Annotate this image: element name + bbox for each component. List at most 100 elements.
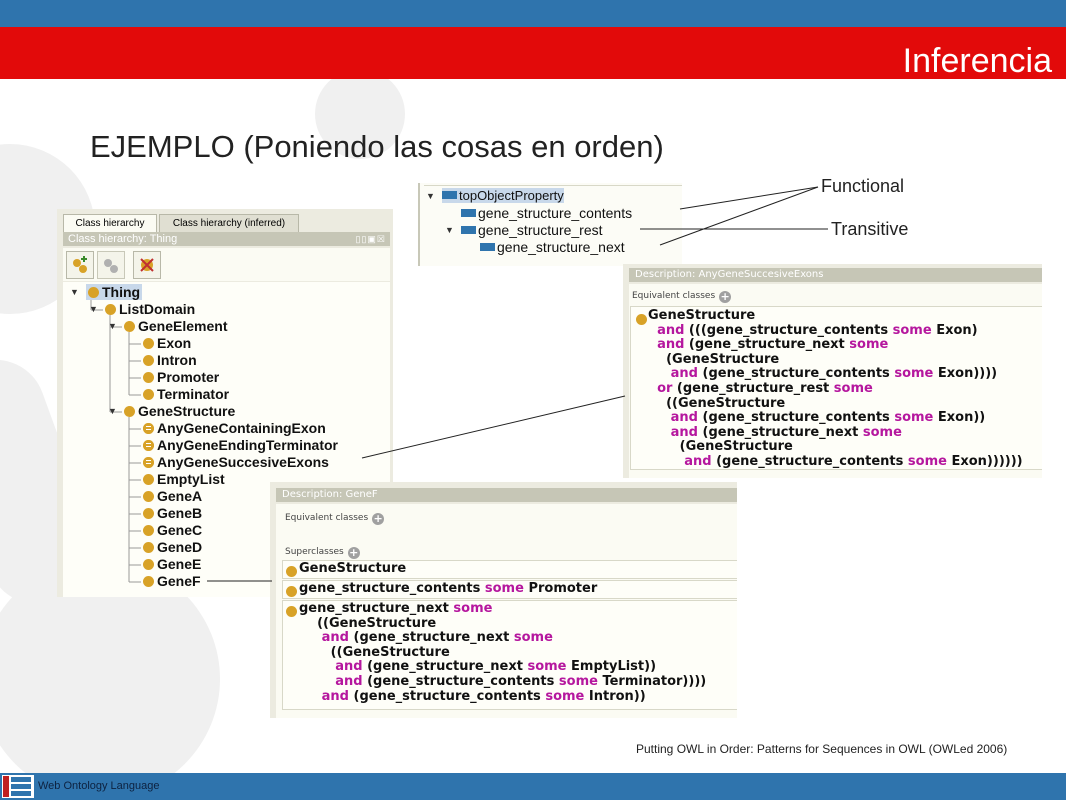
property-tree-item[interactable]: topObjectProperty	[442, 188, 564, 203]
class-label: GeneB	[157, 505, 203, 521]
class-dot-icon	[286, 563, 300, 581]
class-icon	[143, 576, 154, 587]
keyword-token: and	[670, 424, 698, 440]
footer-logo	[2, 775, 34, 798]
class-tree-item[interactable]: GeneElement	[124, 318, 227, 334]
expression-token: (GeneStructure	[648, 439, 793, 455]
expand-toggle-icon[interactable]: ▼	[426, 191, 435, 201]
expression-token: (gene_structure_contents	[362, 673, 559, 689]
add-equivalent-icon[interactable]: +	[719, 291, 732, 303]
functional-line-2	[659, 186, 819, 246]
superclass-next-expression[interactable]: gene_structure_next some ((GeneStructure…	[282, 600, 737, 710]
expand-toggle-icon[interactable]: ▼	[89, 304, 98, 314]
property-label: gene_structure_next	[497, 239, 625, 255]
class-icon	[143, 525, 154, 536]
keyword-token: some	[513, 630, 553, 646]
class-tree-item[interactable]: AnyGeneEndingTerminator	[143, 437, 338, 453]
slide-title: Inferencia	[902, 42, 1052, 80]
class-tree-item[interactable]: GeneE	[143, 556, 201, 572]
expand-toggle-icon[interactable]: ▼	[70, 287, 79, 297]
class-icon	[143, 491, 154, 502]
expression-token: EmptyList))	[566, 659, 657, 675]
class-icon	[143, 474, 154, 485]
equivalent-classes-label: Equivalent classes +	[285, 513, 385, 525]
expression-token: ((GeneStructure	[299, 644, 450, 660]
class-tree-item[interactable]: GeneD	[143, 539, 202, 555]
add-equivalent-icon[interactable]: +	[372, 513, 385, 525]
class-tree-item[interactable]: EmptyList	[143, 471, 225, 487]
class-tree-item[interactable]: GeneA	[143, 488, 202, 504]
equivalent-class-expression[interactable]: GeneStructure and (((gene_structure_cont…	[630, 306, 1042, 470]
delete-class-icon[interactable]	[133, 251, 161, 279]
class-icon	[124, 406, 135, 417]
expression-line: and (gene_structure_next some	[648, 424, 1023, 441]
expression-token: GeneStructure	[299, 561, 407, 576]
expression-line: and (((gene_structure_contents some Exon…	[648, 323, 1023, 339]
tab-class-hierarchy[interactable]: Class hierarchy	[63, 214, 157, 233]
description-exons-header: Description: AnyGeneSuccesiveExons	[629, 268, 1042, 282]
class-tree-item[interactable]: GeneStructure	[124, 403, 235, 419]
keyword-token: some	[849, 337, 889, 353]
window-controls-icon[interactable]: ▯▯▣☒	[356, 234, 386, 244]
class-label: GeneA	[157, 488, 203, 504]
class-tree-item[interactable]: AnyGeneSuccesiveExons	[143, 454, 329, 470]
defined-class-icon	[143, 423, 154, 434]
keyword-token: some	[894, 366, 934, 382]
expression-line: gene_structure_next some	[299, 601, 706, 617]
keyword-token: some	[453, 601, 493, 616]
class-label: GeneF	[157, 573, 201, 589]
property-tree-item[interactable]: gene_structure_contents	[461, 205, 632, 221]
expand-toggle-icon[interactable]: ▼	[108, 321, 117, 331]
add-subclass-icon[interactable]	[66, 251, 94, 279]
expression-token: Exon))))))	[946, 453, 1023, 469]
class-tree-item[interactable]: ListDomain	[105, 301, 195, 317]
expression-token	[648, 425, 671, 440]
class-tree-item[interactable]: GeneC	[143, 522, 202, 538]
property-tree-item[interactable]: gene_structure_next	[480, 239, 625, 255]
expression-token: (gene_structure_next	[697, 424, 863, 440]
defined-class-icon	[143, 457, 154, 468]
add-sibling-icon[interactable]	[97, 251, 125, 279]
equivalent-classes-label: Equivalent classes +	[632, 291, 732, 303]
class-icon	[88, 287, 99, 298]
expand-toggle-icon[interactable]: ▼	[445, 225, 454, 235]
tab-class-hierarchy-inferred[interactable]: Class hierarchy (inferred)	[159, 214, 299, 233]
expression-line: and (gene_structure_contents some Exon))…	[648, 453, 1023, 470]
expression-token: Exon))))	[933, 366, 998, 382]
object-property-icon	[480, 243, 495, 251]
class-tree-item[interactable]: Exon	[143, 335, 191, 351]
class-label: GeneC	[157, 522, 203, 538]
functional-line-1	[679, 186, 819, 210]
expand-toggle-icon[interactable]: ▼	[108, 406, 117, 416]
expression-line: and (gene_structure_contents some Exon))	[648, 410, 1023, 426]
expression-token	[648, 323, 657, 338]
superclass-1-code: GeneStructure	[299, 561, 407, 577]
keyword-token: and	[335, 673, 363, 689]
superclass-genestructure[interactable]: GeneStructure	[282, 560, 737, 579]
exons-expression-code: GeneStructure and (((gene_structure_cont…	[648, 308, 1023, 470]
expression-line: GeneStructure	[648, 308, 1023, 324]
expression-token: Exon))	[933, 410, 986, 426]
expression-line: ((GeneStructure	[299, 615, 706, 632]
expression-line: and (gene_structure_next some	[299, 630, 706, 646]
class-tree-item[interactable]: Terminator	[143, 386, 229, 402]
equivalent-classes-text: Equivalent classes	[285, 513, 369, 523]
slide-heading: EJEMPLO (Poniendo las cosas en orden)	[90, 129, 664, 164]
class-tree-item[interactable]: Thing	[86, 284, 143, 300]
class-label: GeneE	[157, 556, 202, 572]
class-tree-item[interactable]: AnyGeneContainingExon	[143, 420, 326, 436]
expression-line: and (gene_structure_contents some Termin…	[299, 673, 706, 690]
class-tree-item[interactable]: GeneF	[143, 573, 201, 589]
expression-token: ((GeneStructure	[299, 615, 437, 631]
expression-line: (GeneStructure	[648, 440, 1023, 455]
add-superclass-icon[interactable]: +	[347, 547, 360, 559]
expression-token: gene_structure_next	[299, 601, 454, 616]
class-tree-item[interactable]: GeneB	[143, 505, 202, 521]
expression-token: ((GeneStructure	[648, 395, 786, 411]
class-tree-item[interactable]: Promoter	[143, 369, 219, 385]
class-label: AnyGeneSuccesiveExons	[157, 454, 329, 470]
superclass-2-code: gene_structure_contents some Promoter	[299, 581, 597, 597]
superclass-contents-promoter[interactable]: gene_structure_contents some Promoter	[282, 580, 737, 599]
property-tree-item[interactable]: gene_structure_rest	[461, 222, 603, 238]
class-tree-item[interactable]: Intron	[143, 352, 197, 368]
